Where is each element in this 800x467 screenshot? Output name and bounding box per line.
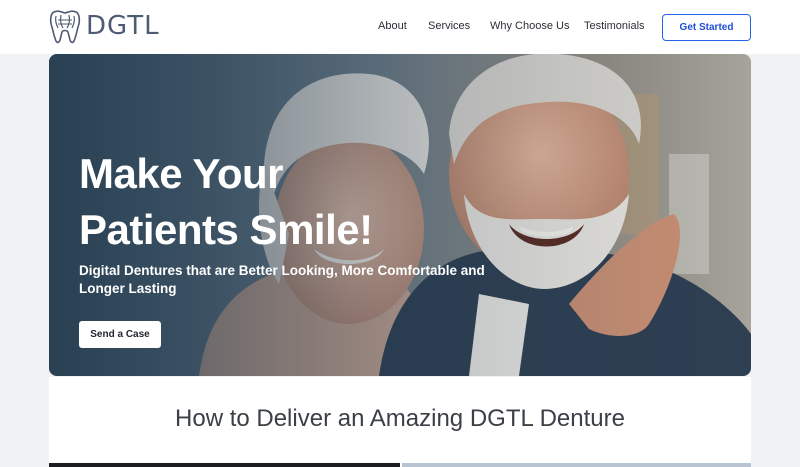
hero-subtitle: Digital Dentures that are Better Looking…: [79, 263, 485, 296]
nav-about[interactable]: About: [378, 20, 407, 32]
tooth-logo-icon: [49, 10, 81, 44]
media-strip-right: [402, 463, 751, 467]
hero-title-line1: Make Your: [79, 150, 284, 197]
logo-text: DGTL: [86, 11, 160, 41]
nav-services[interactable]: Services: [428, 20, 470, 32]
get-started-button[interactable]: Get Started: [662, 14, 751, 41]
send-a-case-button[interactable]: Send a Case: [79, 321, 161, 348]
how-to-section: How to Deliver an Amazing DGTL Denture: [49, 377, 751, 467]
hero-title: Make Your Patients Smile!: [79, 146, 439, 258]
site-header: DGTL About Services Why Choose Us Testim…: [0, 0, 800, 54]
nav-testimonials[interactable]: Testimonials: [584, 20, 645, 32]
section-title: How to Deliver an Amazing DGTL Denture: [175, 405, 625, 432]
hero-title-line2: Patients Smile!: [79, 206, 373, 253]
media-strip-left: [49, 463, 400, 467]
logo[interactable]: DGTL: [48, 8, 160, 44]
hero-banner: Make Your Patients Smile! Digital Dentur…: [49, 54, 751, 376]
nav-why-choose-us[interactable]: Why Choose Us: [490, 20, 569, 32]
